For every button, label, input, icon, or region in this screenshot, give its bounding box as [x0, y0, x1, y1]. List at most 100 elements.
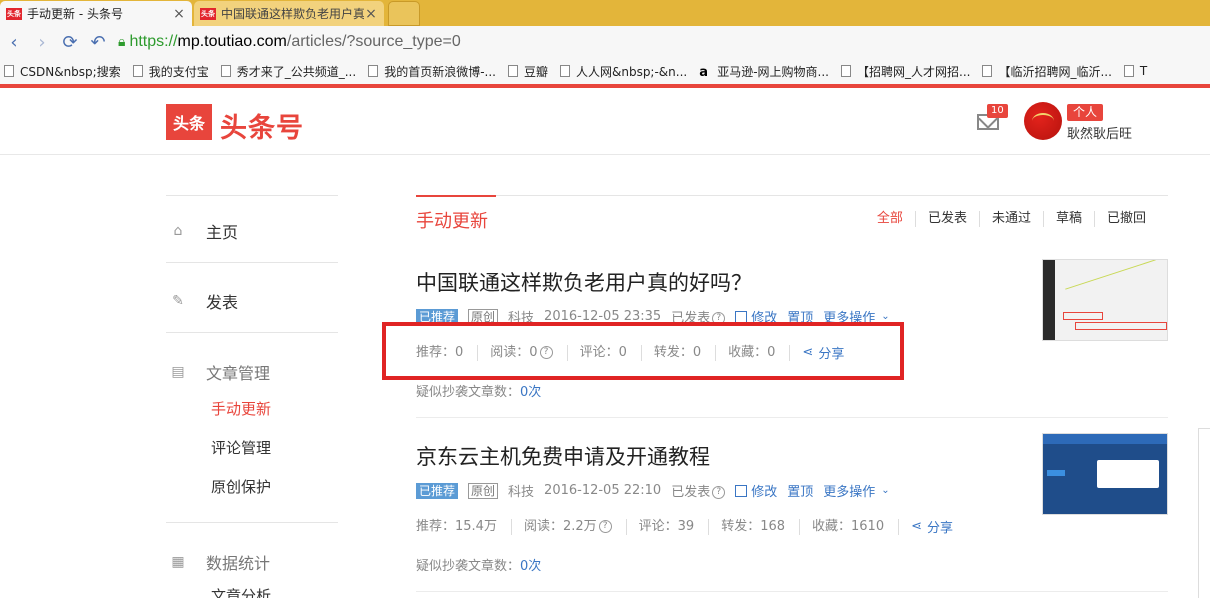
edit-icon	[735, 484, 748, 497]
edit-icon	[735, 310, 748, 323]
amazon-icon: a	[699, 65, 708, 80]
refresh-icon[interactable]: ⟳	[56, 28, 84, 56]
article-category: 科技	[508, 485, 535, 500]
user-name[interactable]: 耿然耿后旺	[1067, 123, 1132, 142]
forward-arrow-icon[interactable]: ›	[28, 28, 56, 56]
bookmark-item[interactable]: 秀才来了_公共频道_...	[220, 63, 356, 80]
share-icon: ⋖	[911, 519, 923, 534]
bookmark-item[interactable]: CSDN&nbsp;搜索	[4, 63, 121, 80]
account-type-badge: 个人	[1067, 104, 1104, 121]
page-icon	[220, 65, 231, 77]
sidebar-divider	[166, 522, 338, 523]
toutiao-logo-icon[interactable]: 头条	[166, 104, 212, 140]
filter-tab-draft[interactable]: 草稿	[1042, 211, 1094, 227]
page-icon	[368, 65, 379, 77]
edit-icon: ✎	[172, 293, 184, 309]
edit-button[interactable]: 修改	[735, 481, 777, 500]
bookmark-item[interactable]: a 亚马逊-网上购物商...	[699, 63, 829, 81]
sidebar-item-data-statistics[interactable]: ▦ 数据统计	[166, 550, 270, 574]
page-icon	[132, 65, 143, 77]
bookmark-item[interactable]: 人人网&nbsp;-&n...	[559, 63, 687, 80]
home-icon: ⌂	[173, 223, 183, 239]
sidebar-item-article-management[interactable]: ▤ 文章管理	[166, 360, 270, 384]
bookmark-item[interactable]: 【招聘网_人才网招...	[841, 63, 970, 80]
page-icon	[4, 65, 14, 77]
article-date: 2016-12-05 22:10	[544, 483, 662, 498]
sidebar-item-publish[interactable]: ✎ 发表	[166, 289, 238, 313]
recommended-badge: 已推荐	[416, 482, 459, 499]
sidebar-item-original-protection[interactable]: 原创保护	[211, 476, 271, 497]
new-tab-button[interactable]	[388, 1, 420, 26]
mail-count-badge: 10	[987, 104, 1008, 118]
filter-tab-all[interactable]: 全部	[865, 211, 915, 227]
page-title: 手动更新	[416, 211, 488, 232]
filter-tab-rejected[interactable]: 未通过	[978, 211, 1043, 227]
filter-tab-withdrawn[interactable]: 已撤回	[1093, 211, 1158, 227]
article-stats: 推荐：15.4万 阅读：2.2万? 评论：39 转发：168 收藏：1610 ⋖…	[416, 517, 953, 536]
tab-close-icon[interactable]: ×	[172, 6, 186, 22]
tab-close-icon[interactable]: ×	[364, 6, 378, 22]
share-button[interactable]: ⋖ 分享	[911, 517, 953, 536]
document-icon: ▤	[171, 364, 185, 380]
sidebar-item-comment-management[interactable]: 评论管理	[211, 437, 271, 458]
article-divider	[416, 417, 1168, 418]
page-icon	[982, 65, 993, 77]
undo-icon[interactable]: ↶	[84, 28, 112, 56]
plagiarism-count: 疑似抄袭文章数：0次	[416, 559, 542, 574]
sidebar-item-home[interactable]: ⌂ 主页	[166, 219, 238, 243]
sidebar-item-article-analysis[interactable]: 文章分析	[211, 585, 271, 598]
stat-favorite: 收藏：1610	[812, 518, 900, 535]
tab-strip: 头条 手动更新 - 头条号 × 头条 中国联通这样欺负老用户真 ×	[0, 0, 1210, 26]
status-filter-tabs: 全部 已发表 未通过 草稿 已撤回	[865, 211, 1158, 227]
page-icon	[1123, 65, 1134, 77]
more-actions-dropdown[interactable]: 更多操作 ⌄	[823, 481, 889, 500]
bookmark-item[interactable]: 我的首页新浪微博-...	[368, 63, 496, 80]
tab-title: 手动更新 - 头条号	[27, 7, 123, 21]
site-logo-text[interactable]: 头条号	[220, 106, 304, 145]
article-title[interactable]: 京东云主机免费申请及开通教程	[416, 441, 710, 471]
bookmark-item[interactable]: 豆瓣	[507, 63, 548, 80]
stat-read: 阅读：2.2万?	[524, 518, 627, 535]
plagiarism-count: 疑似抄袭文章数：0次	[416, 385, 542, 400]
page-icon	[559, 65, 570, 77]
pin-top-button[interactable]: 置顶	[787, 481, 813, 500]
help-icon[interactable]: ?	[598, 519, 612, 533]
site-header: 头条 头条号 10 个人 耿然耿后旺	[0, 88, 1210, 155]
back-arrow-icon[interactable]: ‹	[0, 28, 28, 56]
toutiao-favicon-icon: 头条	[200, 7, 216, 20]
article-title[interactable]: 中国联通这样欺负老用户真的好吗？	[416, 267, 752, 297]
annotation-highlight-box	[382, 322, 904, 380]
bookmarks-bar: CSDN&nbsp;搜索 我的支付宝 秀才来了_公共频道_... 我的首页新浪微…	[0, 58, 1210, 84]
chevron-down-icon: ⌄	[881, 311, 890, 322]
page-icon	[841, 65, 851, 77]
bookmark-item[interactable]: 我的支付宝	[132, 63, 209, 80]
filter-tab-published[interactable]: 已发表	[914, 211, 979, 227]
bookmark-item[interactable]: T	[1123, 64, 1147, 78]
stat-comment: 评论：39	[639, 518, 710, 535]
main-divider	[416, 195, 1168, 196]
avatar[interactable]	[1024, 102, 1062, 140]
side-widget-edge	[1198, 428, 1210, 598]
browser-tab-inactive[interactable]: 头条 中国联通这样欺负老用户真 ×	[194, 1, 384, 26]
tab-title: 中国联通这样欺负老用户真	[221, 7, 364, 21]
sidebar-item-manual-update[interactable]: 手动更新	[211, 398, 271, 419]
stat-recommend: 推荐：15.4万	[416, 518, 512, 535]
chevron-down-icon: ⌄	[881, 485, 890, 496]
page-icon	[507, 65, 518, 77]
article-thumbnail[interactable]	[1042, 259, 1168, 341]
original-badge: 原创	[468, 482, 499, 499]
article-divider	[416, 591, 1168, 592]
article-meta: 已推荐 原创 科技 2016-12-05 22:10 已发表? 修改 置顶 更多…	[416, 481, 900, 500]
bookmark-item[interactable]: 【临沂招聘网_临沂...	[982, 63, 1112, 80]
sidebar-divider	[166, 195, 338, 196]
sidebar-divider	[166, 332, 338, 333]
address-bar: ‹ › ⟳ ↶ 🔒︎ https://mp.toutiao.com/articl…	[0, 26, 1210, 58]
url-field[interactable]: https://mp.toutiao.com/articles/?source_…	[129, 33, 460, 51]
chart-icon: ▦	[171, 554, 185, 570]
browser-tab-active[interactable]: 头条 手动更新 - 头条号 ×	[0, 1, 192, 26]
toutiao-favicon-icon: 头条	[6, 7, 22, 20]
sidebar-divider	[166, 262, 338, 263]
help-icon[interactable]: ?	[712, 486, 726, 499]
article-thumbnail[interactable]	[1042, 433, 1168, 515]
article-status: 已发表?	[671, 481, 726, 500]
